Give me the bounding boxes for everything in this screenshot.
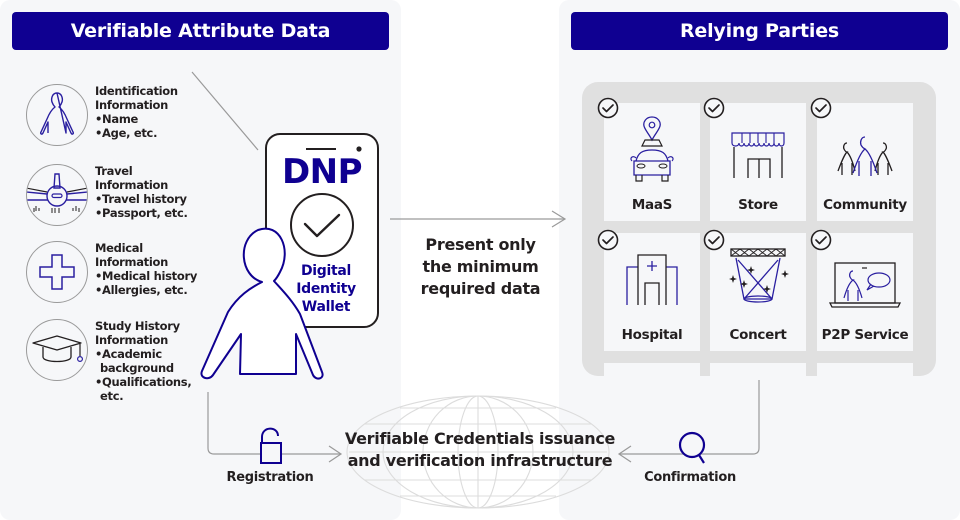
person-icon <box>26 84 88 146</box>
relying-parties-header: Relying Parties <box>571 12 948 50</box>
graduation-cap-icon <box>26 319 88 381</box>
dnp-logo: DNP <box>281 152 363 192</box>
attribute-text: Travel Information •Travel history •Pass… <box>95 164 188 220</box>
present-line: required data <box>420 279 541 298</box>
check-circle-icon <box>597 97 619 119</box>
party-card-placeholder <box>604 363 700 376</box>
party-label: Store <box>738 197 778 213</box>
party-label: Concert <box>729 327 787 343</box>
present-line: the minimum <box>422 257 539 276</box>
present-line: Present only <box>425 235 536 254</box>
digital-identity-wallet-label: Digital Identity Wallet <box>266 262 386 316</box>
registration-label: Registration <box>226 470 314 485</box>
party-card-placeholder <box>710 363 806 376</box>
check-circle-icon <box>597 229 619 251</box>
party-label: MaaS <box>631 197 673 213</box>
attribute-data-header: Verifiable Attribute Data <box>12 12 389 50</box>
party-label: Community <box>823 197 907 213</box>
concert-stage-icon <box>729 248 789 303</box>
party-label: Hospital <box>621 327 683 343</box>
car-location-icon <box>630 116 674 182</box>
attribute-text: Study History Information •Academic back… <box>95 319 192 403</box>
check-circle-icon <box>810 97 832 119</box>
infrastructure-line: and verification infrastructure <box>347 451 613 470</box>
party-label: P2P Service <box>821 327 909 343</box>
relying-parties-title: Relying Parties <box>679 20 840 42</box>
attribute-text: Medical Information •Medical history •Al… <box>95 241 198 297</box>
vc-infrastructure-label: Verifiable Credentials issuance and veri… <box>340 428 620 472</box>
airplane-icon <box>26 164 88 226</box>
infrastructure-line: Verifiable Credentials issuance <box>344 429 616 448</box>
party-card-community[interactable]: Community <box>817 103 913 221</box>
present-arrow <box>390 210 567 228</box>
hospital-icon <box>626 254 678 305</box>
confirmation-label: Confirmation <box>644 470 736 485</box>
p2p-presentation-icon <box>828 262 902 308</box>
wallet-label-line: Digital <box>300 263 352 279</box>
party-card-placeholder <box>817 363 913 376</box>
present-minimum-data-label: Present only the minimum required data <box>403 234 558 300</box>
party-card-maas[interactable]: MaaS <box>604 103 700 221</box>
check-circle-icon <box>703 229 725 251</box>
attribute-data-title: Verifiable Attribute Data <box>70 20 331 42</box>
wallet-label-line: Identity <box>296 281 356 297</box>
medical-cross-icon <box>26 241 88 303</box>
party-card-store[interactable]: Store <box>710 103 806 221</box>
check-circle-icon <box>703 97 725 119</box>
attribute-text: Identification Information •Name •Age, e… <box>95 84 178 140</box>
wallet-label-line: Wallet <box>301 299 351 315</box>
check-circle-icon <box>810 229 832 251</box>
community-icon <box>837 136 893 176</box>
store-icon <box>731 132 785 178</box>
